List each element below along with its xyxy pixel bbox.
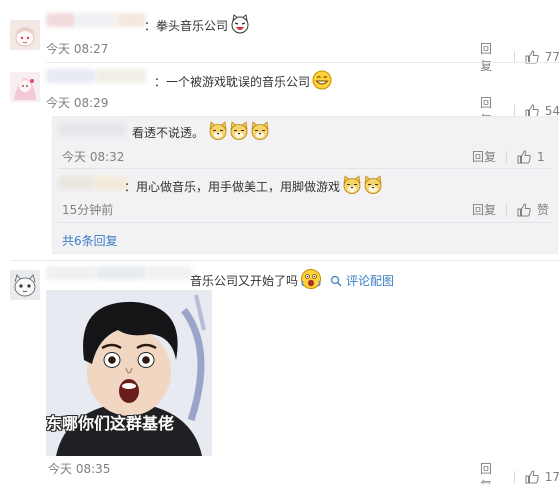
emoji-group [208, 121, 270, 144]
image-link-label: 评论配图 [346, 274, 395, 288]
comment-time: 今天 08:27 [46, 42, 109, 56]
avatar[interactable] [10, 72, 40, 102]
reply-text: ：用心做音乐，用手做美工，用脚做游戏 [124, 180, 341, 194]
like-button[interactable]: 1 [517, 150, 545, 164]
comment-text: 音乐公司又开始了吗 [190, 274, 299, 288]
divider [58, 168, 552, 169]
thumbs-up-icon [517, 149, 531, 163]
emoji-group [342, 175, 383, 198]
divider [506, 203, 508, 216]
reply-username[interactable] [58, 176, 128, 190]
doge-emoji [250, 121, 270, 144]
like-label: 赞 [537, 203, 550, 217]
reply-username[interactable] [58, 122, 126, 136]
reply-time: 15分钟前 [62, 203, 114, 217]
reply-time: 今天 08:32 [62, 150, 125, 164]
reply-button[interactable]: 回复 [472, 201, 496, 218]
comment-text: ：拳头音乐公司 [144, 19, 229, 33]
divider [10, 260, 560, 261]
image-caption: 东哪你们这群基佬 [46, 414, 175, 433]
avatar[interactable] [10, 20, 40, 50]
thumbs-up-icon [525, 470, 539, 484]
doge-emoji [208, 121, 228, 144]
like-button[interactable]: 赞 [517, 201, 549, 218]
comment-image[interactable]: 东哪你们这群基佬 [46, 290, 212, 456]
comment-text: ：一个被游戏耽误的音乐公司 [154, 75, 311, 89]
grin-emoji [312, 70, 332, 93]
view-all-replies-link[interactable]: 共6条回复 [62, 232, 118, 249]
reply-text: 看透不说透。 [132, 126, 205, 140]
image-icon [330, 275, 342, 286]
reply-button[interactable]: 回复 [472, 148, 496, 165]
laughing-cat-emoji [230, 14, 250, 37]
like-count: 17 [544, 470, 560, 484]
divider [506, 150, 508, 163]
comment-time: 今天 08:35 [48, 462, 111, 476]
doge-emoji [363, 175, 383, 198]
like-count: 1 [537, 149, 545, 164]
reply-button[interactable]: 回复 [480, 40, 504, 74]
divider [58, 222, 552, 223]
divider [513, 471, 515, 483]
doge-emoji [342, 175, 362, 198]
doge-emoji [229, 121, 249, 144]
comment-time: 今天 08:29 [46, 96, 109, 110]
shock-emoji [300, 268, 322, 293]
comment-image-link[interactable]: 评论配图 [330, 272, 394, 289]
like-button[interactable]: 17 [525, 470, 560, 484]
username[interactable] [46, 13, 146, 27]
username[interactable] [46, 69, 146, 83]
avatar[interactable] [10, 270, 40, 300]
username[interactable] [46, 266, 192, 280]
divider [46, 62, 560, 63]
thumbs-up-icon [517, 202, 531, 216]
reply-button[interactable]: 回复 [480, 460, 504, 484]
